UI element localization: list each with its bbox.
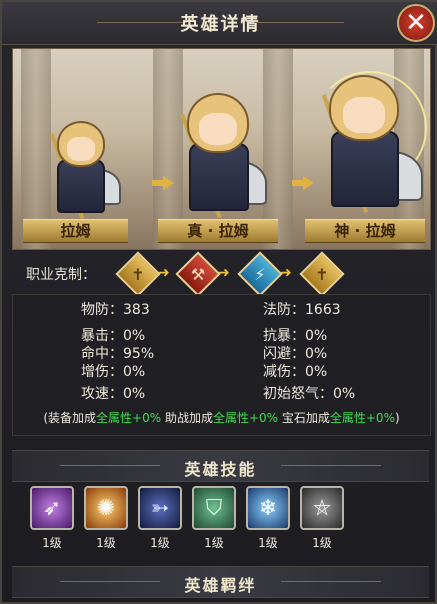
shield-icon[interactable]: ⛉ (192, 486, 236, 530)
skill-level: 1级 (42, 536, 62, 550)
arrow-right-icon: ➜ (158, 265, 170, 281)
stat-dodge: 闪避：0% (263, 346, 328, 362)
skills-title: 英雄技能 (184, 460, 257, 479)
stat-atk-speed: 攻速：0% (81, 386, 146, 402)
wand-class-icon[interactable]: ⚡ (237, 251, 283, 297)
hero-evolution-scene: 拉姆 真 · 拉姆 神 · 拉姆 (12, 48, 431, 250)
skill-level: 1级 (204, 536, 224, 550)
class-counter-row: 职业克制： ✝ ➜ ⚒ ➜ ⚡ ➜ ✝ (16, 251, 426, 297)
stat-hit: 命中：95% (81, 346, 155, 362)
stat-crit-resist: 抗暴：0% (263, 328, 328, 344)
skill-level: 1级 (258, 536, 278, 550)
title-divider-right (254, 22, 344, 23)
bonus-summary: (装备加成全属性+0% 助战加成全属性+0% 宝石加成全属性+0%) (43, 411, 400, 425)
stat-crit: 暴击：0% (81, 328, 146, 344)
close-icon: ✕ (405, 8, 427, 38)
stat-initial-rage: 初始怒气：0% (263, 386, 356, 402)
stat-dmg-down: 减伤：0% (263, 364, 328, 380)
page-title: 英雄详情 (180, 14, 261, 35)
hero-portrait-god[interactable] (303, 61, 428, 221)
hero-portrait-base[interactable] (35, 111, 125, 221)
hero-detail-panel: 英雄详情 ✕ 拉姆 真 · 拉姆 神 · 拉姆 职业克制： ✝ ➜ ⚒ ➜ ⚡ … (0, 0, 437, 604)
class-counter-label: 职业克制： (26, 267, 96, 283)
sword-class-icon[interactable]: ✝ (115, 251, 161, 297)
sword-class-icon[interactable]: ✝ (299, 251, 345, 297)
stat-magic-def: 法防：1663 (263, 302, 341, 318)
close-button[interactable]: ✕ (397, 4, 435, 42)
stat-dmg-up: 增伤：0% (81, 364, 146, 380)
claw-slash-icon[interactable]: ➶ (30, 486, 74, 530)
skill-level: 1级 (96, 536, 116, 550)
fire-burst-icon[interactable]: ✺ (84, 486, 128, 530)
bonds-section-header[interactable]: 英雄羁绊 (12, 566, 429, 598)
arrow-right-icon: ➜ (218, 265, 230, 281)
title-bar: 英雄详情 ✕ (2, 2, 437, 45)
hero-name-god: 神 · 拉姆 (305, 219, 425, 243)
skill-level: 1级 (150, 536, 170, 550)
bonds-title: 英雄羁绊 (184, 576, 257, 595)
lightning-spear-icon[interactable]: ➳ (138, 486, 182, 530)
ice-crystal-icon[interactable]: ❄ (246, 486, 290, 530)
arrow-right-icon: ➜ (280, 265, 292, 281)
axe-class-icon[interactable]: ⚒ (175, 251, 221, 297)
pentagram-icon[interactable]: ⛤ (300, 486, 344, 530)
hero-portrait-true[interactable] (163, 81, 273, 221)
skills-list: ➶ 1级 ✺ 1级 ➳ 1级 ⛉ 1级 ❄ 1级 ⛤ 1级 (12, 478, 429, 552)
stat-physical-def: 物防：383 (81, 302, 150, 318)
hero-name-base: 拉姆 (23, 219, 128, 243)
hero-name-true: 真 · 拉姆 (158, 219, 278, 243)
skill-level: 1级 (312, 536, 332, 550)
stats-panel: 物防：383 法防：1663 暴击：0% 抗暴：0% 命中：95% 闪避：0% … (12, 294, 431, 436)
